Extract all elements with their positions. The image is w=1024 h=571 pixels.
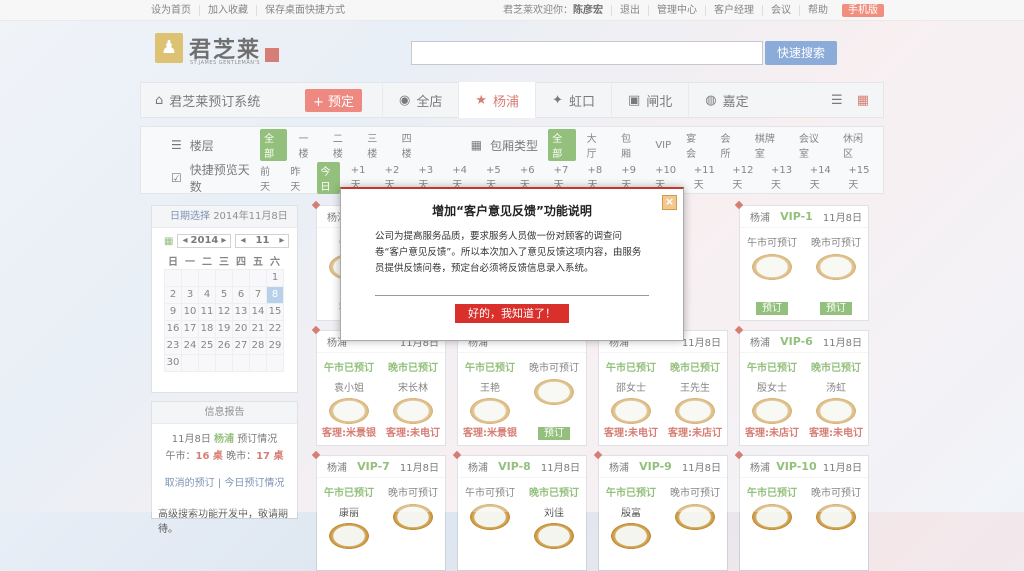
table-icon — [611, 523, 651, 549]
notice-dialog: × 增加“客户意见反馈”功能说明 公司为提高服务品质，要求服务人员做一份对顾客的… — [340, 187, 684, 341]
confirm-button[interactable]: 好的，我知道了！ — [455, 304, 569, 323]
table-icon — [534, 523, 574, 549]
dialog-body: 公司为提高服务品质，要求服务人员做一份对顾客的调查问卷“客户意见反馈”。所以本次… — [375, 231, 642, 274]
close-icon[interactable]: × — [662, 195, 677, 210]
divider — [375, 295, 649, 296]
table-icon — [329, 523, 369, 549]
dialog-title: 增加“客户意见反馈”功能说明 — [432, 204, 592, 218]
